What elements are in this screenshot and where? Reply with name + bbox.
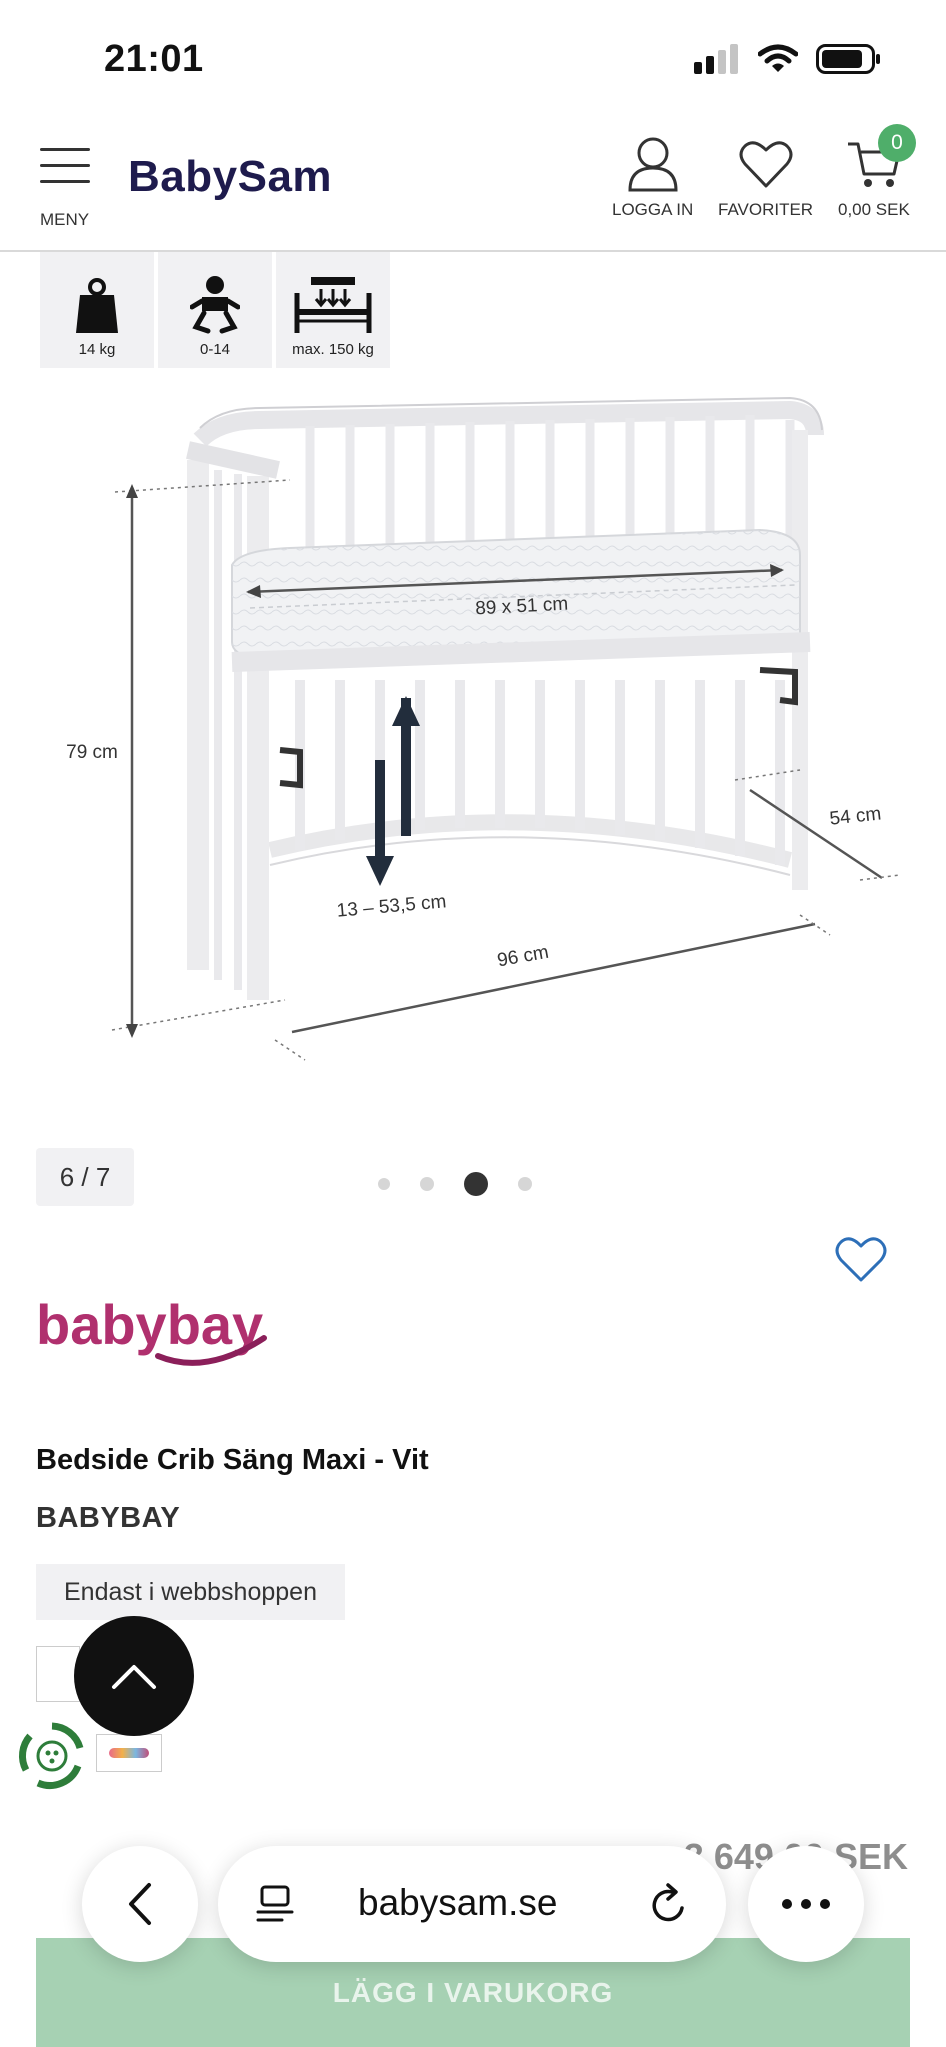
product-title: Bedside Crib Säng Maxi - Vit [36,1444,429,1476]
cart-count-badge: 0 [878,124,916,162]
hamburger-icon-line [40,164,90,167]
bed-load-icon [294,277,372,333]
favorites-label: FAVORITER [718,200,814,219]
feature-label: max. 150 kg [292,341,374,358]
product-image[interactable]: 89 x 51 cm 79 cm 13 – 53,5 cm 96 cm 54 c… [0,380,946,1100]
product-brand[interactable]: BABYBAY [36,1502,180,1535]
feature-label: 0-14 [199,341,231,358]
cart-total: 0,00 SEK [838,200,910,219]
feature-badge: 14 kg [40,252,154,368]
reader-mode-icon[interactable] [256,1884,296,1924]
status-time: 21:01 [104,38,204,80]
site-header: MENY BabySam LOGGA IN FAVORITER 0,00 SEK [0,120,946,252]
browser-back-button[interactable] [82,1846,198,1962]
browser-more-button[interactable] [748,1846,864,1962]
address-bar[interactable]: babysam.se [218,1846,726,1962]
login-label: LOGGA IN [612,200,694,219]
feature-badge: max. 150 kg [276,252,390,368]
gallery-dot[interactable] [518,1177,532,1191]
signal-icon [694,44,738,74]
chevron-left-icon [129,1883,151,1925]
chevron-up-icon [112,1665,156,1689]
battery-icon [816,44,880,74]
hamburger-icon-line [40,180,90,183]
gallery-dot[interactable] [420,1177,434,1191]
height-dimension-label: 79 cm [66,742,118,763]
depth-dimension-label: 54 cm [829,803,883,829]
variant-thumbnail[interactable] [96,1734,162,1772]
hamburger-icon [40,148,90,151]
feature-label: 14 kg [78,341,116,358]
more-dots-icon [782,1899,830,1909]
recycle-icon[interactable] [16,1720,88,1792]
reload-icon[interactable] [648,1882,690,1926]
feature-badge: 0-14 [158,252,272,368]
wifi-icon [758,44,798,72]
add-to-favorites-heart-icon[interactable] [834,1234,888,1284]
heart-icon [739,141,793,188]
menu-label: MENY [40,210,90,229]
width-dimension-label: 96 cm [496,942,551,972]
status-bar: 21:01 [0,0,946,120]
scroll-to-top-button[interactable] [74,1616,194,1736]
gallery-dot[interactable] [378,1178,390,1190]
favorites-button[interactable]: FAVORITER [718,136,813,220]
gallery-counter: 6 / 7 [36,1148,134,1206]
browser-toolbar: babysam.se [0,1846,946,1966]
gallery-dot-active[interactable] [464,1172,488,1196]
site-logo[interactable]: BabySam [128,152,332,202]
brand-logo-text: babybay [36,1293,263,1356]
feature-badges: 14 kg 0-14 max. 150 kg [40,252,390,368]
gallery-dots[interactable] [378,1172,532,1196]
login-button[interactable]: LOGGA IN [612,136,693,220]
weight-icon [76,278,118,333]
web-only-tag: Endast i webbshoppen [36,1564,345,1620]
status-icons [694,44,882,74]
url-text: babysam.se [358,1882,558,1923]
baby-icon [190,276,240,334]
menu-button[interactable]: MENY [36,144,96,230]
brand-logo[interactable]: babybay [34,1280,294,1380]
thumbnail-swatch [109,1748,149,1758]
adjust-dimension-label: 13 – 53,5 cm [336,891,447,921]
user-icon [628,137,678,192]
